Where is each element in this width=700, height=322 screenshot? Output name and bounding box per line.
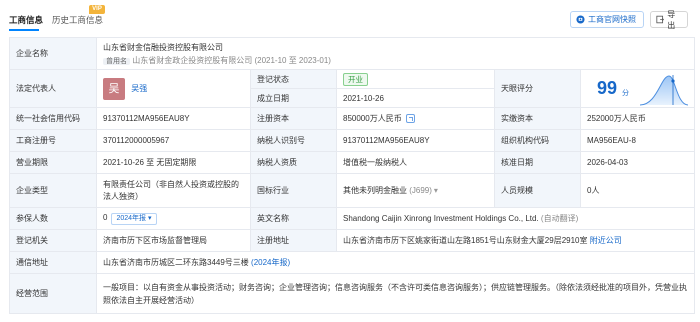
en-name-label: 英文名称 — [250, 207, 337, 230]
mail-address-cell: 山东省济南市历城区二环东路3449号三楼 (2024年报) — [95, 251, 696, 274]
approve-date-label: 核准日期 — [494, 151, 581, 174]
taxpayer-id-label: 纳税人识别号 — [250, 129, 337, 152]
org-code-label: 组织机构代码 — [494, 129, 581, 152]
insured-year-badge[interactable]: 2024年报 ▾ — [111, 212, 157, 225]
chevron-down-icon[interactable]: ▾ — [434, 186, 438, 195]
export-label: 导出 — [667, 9, 676, 30]
former-name-value: 山东省财金政企投资控股有限公司 (2021-10 至 2023-01) — [132, 55, 331, 65]
staff-size-label: 人员规模 — [494, 173, 581, 208]
reg-capital: 850000万人民币 — [343, 114, 402, 123]
biz-scope: 一般项目：以自有资金从事投资活动；财务咨询；企业管理咨询；信息咨询服务（不含许可… — [95, 273, 696, 314]
biz-reg-no-label: 工商注册号 — [9, 129, 97, 152]
reg-address-label: 注册地址 — [250, 229, 337, 252]
score-curve-icon — [639, 75, 689, 106]
tianyan-score: 99 — [597, 78, 618, 98]
taxpayer-qual: 增值税一般纳税人 — [336, 151, 495, 174]
credit-code-label: 统一社会信用代码 — [9, 107, 97, 130]
insured-year-label: 2024年报 — [116, 214, 147, 222]
reg-address: 山东省济南市历下区姚家街道山左路1851号山东财金大厦29层2910室 — [343, 236, 588, 245]
approve-date: 2026-04-03 — [579, 151, 696, 174]
reg-status-cell: 开业 — [336, 69, 495, 89]
reg-address-cell: 山东省济南市历下区姚家街道山左路1851号山东财金大厦29层2910室 附近公司 — [335, 229, 696, 252]
nearby-companies-link[interactable]: 附近公司 — [590, 236, 622, 245]
staff-size: 0人 — [579, 173, 696, 208]
insured-cell: 0 2024年报 ▾ — [96, 207, 251, 230]
mail-address-note[interactable]: (2024年报) — [251, 258, 290, 267]
reg-capital-cell: 850000万人民币 — [336, 107, 495, 130]
industry: 其他未列明金融业 — [343, 186, 407, 195]
reg-authority: 济南市历下区市场监督管理局 — [96, 229, 251, 252]
en-name-cell: Shandong Caijin Xinrong Investment Holdi… — [335, 207, 696, 230]
insured: 0 — [103, 212, 108, 222]
tab-business-info[interactable]: 工商信息 — [9, 14, 43, 26]
tianyan-label: 天眼评分 — [494, 69, 581, 108]
active-tab-underline — [9, 29, 39, 31]
found-date: 2021-10-26 — [336, 88, 495, 108]
en-name: Shandong Caijin Xinrong Investment Holdi… — [343, 214, 539, 223]
mail-address-label: 通信地址 — [9, 251, 97, 274]
paid-capital-label: 实缴资本 — [494, 107, 581, 130]
reg-authority-label: 登记机关 — [9, 229, 97, 252]
avatar: 吴 — [103, 77, 125, 100]
legal-rep-label: 法定代表人 — [9, 69, 97, 108]
company-name-label: 企业名称 — [9, 37, 97, 70]
tab-history-business-info[interactable]: 历史工商信息 — [52, 14, 103, 26]
former-name-tag: 曾用名 — [103, 57, 130, 65]
former-name: 曾用名 山东省财金政企投资控股有限公司 (2021-10 至 2023-01) — [103, 55, 688, 66]
snapshot-icon — [576, 15, 585, 24]
export-button[interactable]: 导出 — [650, 9, 688, 30]
status-badge: 开业 — [343, 72, 368, 86]
org-code: MA956EAU-8 — [579, 129, 696, 152]
biz-scope-label: 经营范围 — [9, 273, 97, 314]
taxpayer-id: 91370112MA956EAU8Y — [336, 129, 495, 152]
paid-capital: 252000万人民币 — [579, 107, 696, 130]
reg-capital-label: 注册资本 — [250, 107, 337, 130]
company-name-cell: 山东省财金信融投资控股有限公司 曾用名 山东省财金政企投资控股有限公司 (202… — [95, 37, 696, 70]
official-snapshot-label: 工商官网快照 — [588, 15, 636, 24]
term-label: 营业期限 — [9, 151, 97, 174]
credit-code: 91370112MA956EAU8Y — [96, 107, 251, 130]
found-date-label: 成立日期 — [250, 88, 337, 108]
company-name: 山东省财金信融投资控股有限公司 — [103, 42, 223, 52]
legal-rep-link[interactable]: 吴强 — [131, 84, 147, 93]
company-type-label: 企业类型 — [9, 173, 97, 208]
insured-label: 参保人数 — [9, 207, 97, 230]
top-bar: 工商信息 历史工商信息 VIP 工商官网快照 导出 — [0, 0, 700, 33]
tianyan-unit: 分 — [622, 90, 629, 97]
industry-cell: 其他未列明金融业 (J699) ▾ — [336, 173, 495, 208]
biz-reg-no: 370112000005967 — [96, 129, 251, 152]
term: 2021-10-26 至 无固定期限 — [96, 151, 251, 174]
reg-status-label: 登记状态 — [250, 69, 337, 89]
company-type: 有限责任公司（非自然人投资或控股的法人独资） — [96, 173, 251, 208]
official-snapshot-button[interactable]: 工商官网快照 — [570, 11, 644, 28]
capital-detail-icon[interactable] — [405, 114, 415, 124]
tianyan-cell[interactable]: 99 分 — [579, 69, 696, 108]
taxpayer-qual-label: 纳税人资质 — [250, 151, 337, 174]
legal-rep-cell: 吴 吴强 — [96, 69, 251, 108]
vip-badge: VIP — [89, 5, 105, 14]
business-info-table: 企业名称 山东省财金信融投资控股有限公司 曾用名 山东省财金政企投资控股有限公司… — [9, 37, 696, 314]
export-icon — [656, 15, 665, 24]
industry-code: (J699) — [409, 186, 432, 195]
en-name-note: (自动翻译) — [540, 214, 579, 223]
mail-address: 山东省济南市历城区二环东路3449号三楼 — [103, 258, 249, 267]
industry-label: 国标行业 — [250, 173, 337, 208]
